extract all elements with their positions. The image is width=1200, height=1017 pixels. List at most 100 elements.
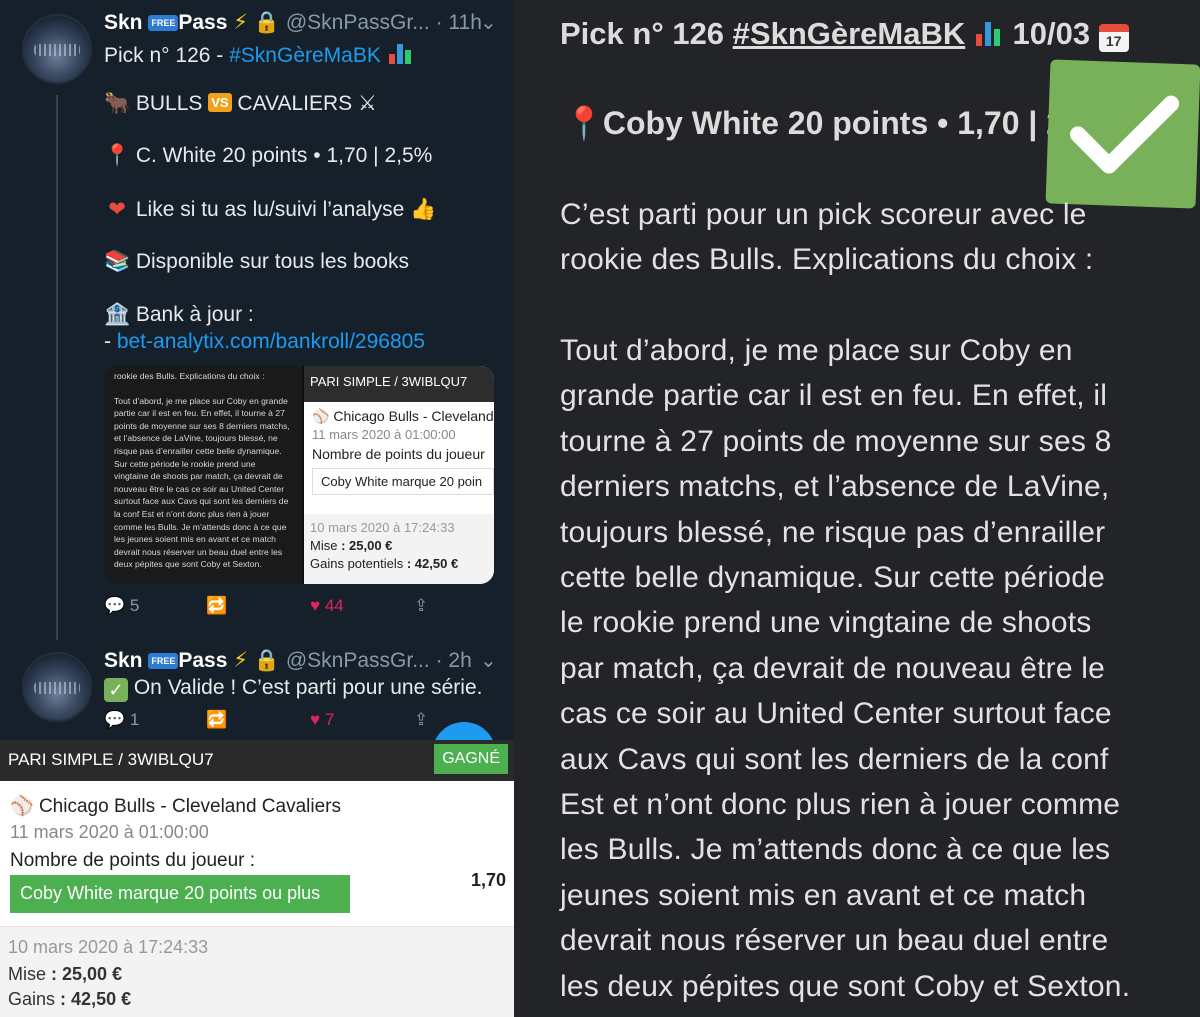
author-handle[interactable]: @SknPassGr... — [286, 649, 430, 672]
calendar-icon: 17 — [1098, 24, 1129, 52]
media-slip-stake: Mise : 25,00 € — [310, 538, 393, 553]
notes-line: le rookie prend une vingtaine de shoots — [560, 606, 1092, 640]
lock-icon: 🔒 — [253, 649, 281, 672]
tweet2-text: On Valide ! C’est parti pour une série. — [133, 676, 483, 699]
basketball-icon: ⚾ — [312, 408, 330, 424]
compose-fab[interactable] — [432, 722, 496, 740]
notes-line: tourne à 27 points de moyenne sur ses 8 — [560, 424, 1112, 458]
author-name-suffix[interactable]: Pass — [178, 649, 227, 672]
reply-button[interactable]: 💬 5 — [104, 596, 139, 616]
media-notes-screenshot[interactable]: rookie des Bulls. Explications du choix … — [104, 366, 302, 584]
tweet-line-title: Pick n° 126 - #SknGèreMaBK — [104, 38, 417, 68]
crossed-swords-icon: ⚔ — [358, 92, 377, 115]
notes-line: les Bulls. Je m’attends donc à ce que le… — [560, 833, 1111, 867]
tweet-header: Skn FREE Pass ⚡ 🔒 @SknPassGr... · 11h — [104, 10, 482, 35]
slip-odds: 1,70 — [470, 870, 506, 890]
basketball-icon: ⚾ — [10, 796, 34, 817]
free-badge: FREE — [148, 15, 179, 31]
notes-paragraph-1: C’est parti pour un pick scoreur avec le… — [560, 192, 1180, 283]
author-name[interactable]: Skn — [104, 649, 143, 672]
tweet-line-books: 📚 Disponible sur tous les books — [104, 250, 409, 274]
chevron-down-icon[interactable]: ⌄ — [480, 648, 497, 673]
heart-icon: ❤ — [108, 198, 126, 221]
vs-icon: VS — [208, 93, 232, 112]
tweet-thread: Skn FREE Pass ⚡ 🔒 @SknPassGr... · 11h ⌄ P… — [0, 0, 514, 740]
like-text: Like si tu as lu/suivi l’analyse — [135, 198, 405, 221]
status-badge: GAGNÉ — [434, 744, 508, 774]
author-handle[interactable]: @SknPassGr... — [286, 11, 430, 34]
notes-line: Est et n’ont donc plus rien à jouer comm… — [560, 788, 1121, 822]
notes-line: rookie des Bulls. Explications du choix … — [560, 243, 1094, 277]
check-mark-icon — [1045, 59, 1200, 209]
notes-line: cas ce soir au United Center surtout fac… — [560, 697, 1112, 731]
notes-line: grande partie car il est en feu. En effe… — [560, 379, 1108, 413]
retweet-icon[interactable]: 🔁 — [206, 596, 227, 616]
chevron-down-icon[interactable]: ⌄ — [480, 10, 497, 35]
media-notes-p2: Tout d’abord, je me place sur Coby en gr… — [114, 395, 290, 570]
notes-title: Pick n° 126 #SknGèreMaBK 10/03 17 — [560, 16, 1129, 52]
notes-line: les deux pépites que sont Coby et Sexton… — [560, 969, 1131, 1003]
notes-line: toujours blessé, ne risque pas d’enraill… — [560, 515, 1106, 549]
books-icon: 📚 — [104, 250, 131, 273]
notes-line: par match, ça devrait de nouveau être le — [560, 651, 1105, 685]
tweet-line-pick: 📍 C. White 20 points • 1,70 | 2,5% — [104, 144, 432, 168]
thread-connector — [56, 95, 58, 640]
notes-pick: 📍 Coby White 20 points • 1,70 | 2 — [564, 104, 1064, 142]
media-notes-p1: rookie des Bulls. Explications du choix … — [114, 371, 265, 381]
hashtag-link[interactable]: #SknGèreMaBK — [229, 44, 381, 67]
slip-match: ⚾ Chicago Bulls - Cleveland Cavaliers — [10, 796, 341, 817]
lock-icon: 🔒 — [253, 11, 281, 34]
bull-icon: 🐂 — [104, 92, 131, 115]
share-icon[interactable]: ⇪ — [414, 710, 428, 730]
check-mark-icon: ✓ — [104, 678, 128, 702]
books-text: Disponible sur tous les books — [135, 250, 409, 273]
avatar[interactable] — [22, 14, 92, 84]
slip-stake: Mise : 25,00 € — [8, 964, 123, 984]
media-slip-header: PARI SIMPLE / 3WIBLQU7 — [304, 366, 494, 402]
reply-button[interactable]: 💬 1 — [104, 710, 139, 730]
notes-pick-text: Coby White 20 points • 1,70 | 2 — [602, 105, 1065, 141]
media-slip-footer: 10 mars 2020 à 17:24:33 Mise : 25,00 € G… — [304, 514, 494, 584]
bankroll-link[interactable]: bet-analytix.com/bankroll/296805 — [117, 330, 425, 353]
retweet-icon[interactable]: 🔁 — [206, 710, 227, 730]
notes-line: C’est parti pour un pick scoreur avec le — [560, 198, 1087, 231]
tweet-media[interactable]: rookie des Bulls. Explications du choix … — [104, 366, 494, 584]
notes-line: devrait nous réserver un beau duel entre — [560, 924, 1109, 958]
bar-chart-icon — [387, 38, 417, 64]
lightning-icon: ⚡ — [233, 11, 249, 34]
tweet-time[interactable]: · 2h — [436, 649, 472, 672]
avatar[interactable] — [22, 652, 92, 722]
slip-gains: Gains : 42,50 € — [8, 989, 132, 1009]
notes-line: derniers matchs, et l’absence de LaVine, — [560, 470, 1110, 504]
free-badge: FREE — [148, 653, 179, 669]
tweet-line-bank-link: - bet-analytix.com/bankroll/296805 — [104, 330, 425, 354]
notes-title-text: Pick n° 126 — [560, 16, 733, 51]
notes-line: aux Cavs qui sont les derniers de la con… — [560, 742, 1109, 776]
tweet-line-matchup: 🐂 BULLS VS CAVALIERS ⚔ — [104, 91, 377, 116]
lightning-icon: ⚡ — [233, 649, 249, 672]
author-name-suffix[interactable]: Pass — [178, 11, 227, 34]
like-button[interactable]: ♥ 44 — [310, 596, 344, 616]
slip-placed: 10 mars 2020 à 17:24:33 — [8, 937, 209, 957]
media-slip-date: 11 mars 2020 à 01:00:00 — [312, 427, 456, 442]
notes-hashtag: #SknGèreMaBK — [732, 16, 966, 51]
slip-date: 11 mars 2020 à 01:00:00 — [10, 822, 209, 842]
media-slip-kind: Nombre de points du joueur — [312, 446, 485, 462]
slip-id: PARI SIMPLE / 3WIBLQU7 — [8, 750, 214, 769]
tweet-time[interactable]: · 11h — [436, 11, 482, 34]
tweet-line-like: ❤ Like si tu as lu/suivi l’analyse 👍 — [104, 197, 436, 222]
bar-chart-icon — [974, 20, 1004, 46]
team-a: BULLS — [135, 92, 203, 115]
author-name[interactable]: Skn — [104, 11, 143, 34]
bet-slip: PARI SIMPLE / 3WIBLQU7 GAGNÉ ⚾ Chicago B… — [0, 740, 514, 1017]
notes-date: 10/03 — [1012, 16, 1091, 51]
media-betslip-screenshot[interactable]: PARI SIMPLE / 3WIBLQU7 ⚾ Chicago Bulls -… — [304, 366, 494, 584]
bank-icon: 🏦 — [104, 303, 131, 326]
pick-text: C. White 20 points • 1,70 | 2,5% — [135, 144, 433, 167]
media-slip-gains: Gains potentiels : 42,50 € — [310, 556, 459, 571]
notes-paragraph-2: Tout d’abord, je me place sur Coby en gr… — [560, 328, 1180, 1009]
share-icon[interactable]: ⇪ — [414, 596, 428, 616]
notes-line: cette belle dynamique. Sur cette période — [560, 561, 1105, 595]
like-button[interactable]: ♥ 7 — [310, 710, 334, 730]
thumbs-up-icon: 👍 — [410, 198, 437, 221]
